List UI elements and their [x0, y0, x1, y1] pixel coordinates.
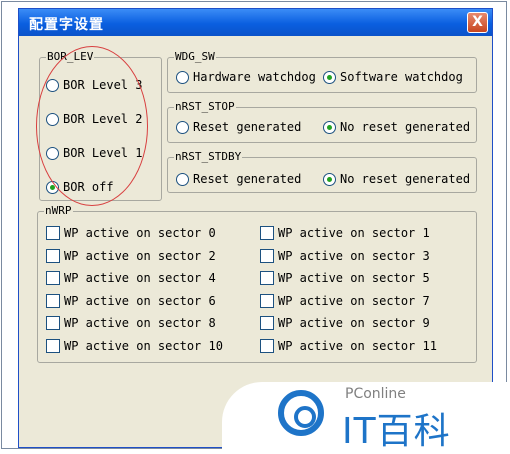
nrst-stop-legend: nRST_STOP: [174, 100, 236, 113]
nrst-stdby-group: nRST_STDBY Reset generated No reset gene…: [167, 150, 477, 193]
radio-label: Software watchdog: [340, 70, 463, 84]
radio-label: BOR Level 3: [63, 78, 143, 92]
checkbox-indicator: [46, 294, 60, 308]
window-title: 配置字设置: [29, 17, 104, 33]
radio-label: No reset generated: [340, 172, 471, 186]
checkbox-indicator: [46, 249, 60, 263]
checkbox-indicator: [260, 294, 274, 308]
checkbox-sector-9[interactable]: WP active on sector 9: [260, 316, 430, 330]
nrst-stop-group: nRST_STOP Reset generated No reset gener…: [167, 100, 477, 143]
checkbox-indicator: [46, 271, 60, 285]
checkbox-sector-8[interactable]: WP active on sector 8: [46, 316, 216, 330]
checkbox-label: WP active on sector 8: [64, 316, 216, 330]
radio-indicator: [176, 120, 189, 134]
radio-indicator: [176, 172, 189, 186]
wdg-sw-legend: WDG_SW: [174, 50, 216, 63]
checkbox-label: WP active on sector 5: [278, 271, 430, 285]
checkbox-label: WP active on sector 10: [64, 339, 223, 353]
radio-bor-off[interactable]: BOR off: [46, 180, 114, 194]
nwrp-group: nWRP WP active on sector 0 WP active on …: [37, 204, 477, 363]
radio-indicator: [176, 70, 189, 84]
checkbox-indicator: [260, 339, 274, 353]
radio-hardware-watchdog[interactable]: Hardware watchdog: [176, 70, 316, 84]
magnifier-logo-icon: [278, 390, 324, 436]
checkbox-label: WP active on sector 6: [64, 294, 216, 308]
radio-software-watchdog[interactable]: Software watchdog: [323, 70, 463, 84]
checkbox-indicator: [260, 226, 274, 240]
radio-bor-level-1[interactable]: BOR Level 1: [46, 146, 142, 160]
watermark-brand-big: IT百科: [342, 411, 451, 452]
checkbox-label: WP active on sector 9: [278, 316, 430, 330]
checkbox-indicator: [260, 249, 274, 263]
checkbox-sector-10[interactable]: WP active on sector 10: [46, 339, 223, 353]
radio-label: Reset generated: [193, 172, 302, 186]
wdg-sw-group: WDG_SW Hardware watchdog Software watchd…: [167, 50, 477, 93]
radio-indicator: [46, 180, 59, 194]
checkbox-sector-11[interactable]: WP active on sector 11: [260, 339, 437, 353]
watermark-brand-small: PConline: [345, 386, 406, 402]
radio-label: BOR Level 2: [63, 112, 143, 126]
checkbox-label: WP active on sector 1: [278, 226, 430, 240]
checkbox-indicator: [46, 339, 60, 353]
radio-bor-level-2[interactable]: BOR Level 2: [46, 112, 142, 126]
checkbox-label: WP active on sector 3: [278, 249, 430, 263]
nrst-stdby-legend: nRST_STDBY: [174, 150, 243, 163]
radio-indicator: [323, 172, 336, 186]
radio-stdby-no-reset-generated[interactable]: No reset generated: [323, 172, 470, 186]
checkbox-indicator: [46, 316, 60, 330]
checkbox-sector-0[interactable]: WP active on sector 0: [46, 226, 216, 240]
checkbox-indicator: [46, 226, 60, 240]
checkbox-indicator: [260, 316, 274, 330]
checkbox-sector-7[interactable]: WP active on sector 7: [260, 294, 430, 308]
radio-indicator: [323, 70, 336, 84]
radio-indicator: [46, 146, 59, 160]
radio-bor-level-3[interactable]: BOR Level 3: [46, 78, 142, 92]
checkbox-sector-4[interactable]: WP active on sector 4: [46, 271, 216, 285]
title-bar[interactable]: 配置字设置 X: [19, 9, 492, 36]
checkbox-label: WP active on sector 0: [64, 226, 216, 240]
radio-stop-no-reset-generated[interactable]: No reset generated: [323, 120, 470, 134]
radio-label: Reset generated: [193, 120, 302, 134]
radio-indicator: [323, 120, 336, 134]
radio-label: Hardware watchdog: [193, 70, 316, 84]
checkbox-label: WP active on sector 2: [64, 249, 216, 263]
radio-label: BOR Level 1: [63, 146, 143, 160]
radio-stop-reset-generated[interactable]: Reset generated: [176, 120, 301, 134]
checkbox-label: WP active on sector 7: [278, 294, 430, 308]
radio-indicator: [46, 78, 59, 92]
radio-label: BOR off: [63, 180, 114, 194]
checkbox-label: WP active on sector 11: [278, 339, 437, 353]
bor-lev-group: BOR_LEV BOR Level 3 BOR Level 2 BOR Leve…: [39, 50, 162, 201]
checkbox-sector-6[interactable]: WP active on sector 6: [46, 294, 216, 308]
checkbox-sector-1[interactable]: WP active on sector 1: [260, 226, 430, 240]
checkbox-sector-3[interactable]: WP active on sector 3: [260, 249, 430, 263]
checkbox-indicator: [260, 271, 274, 285]
nwrp-legend: nWRP: [44, 204, 73, 217]
pconline-watermark: PConline IT百科: [222, 382, 510, 452]
radio-indicator: [46, 112, 59, 126]
radio-stdby-reset-generated[interactable]: Reset generated: [176, 172, 301, 186]
radio-label: No reset generated: [340, 120, 471, 134]
checkbox-sector-2[interactable]: WP active on sector 2: [46, 249, 216, 263]
checkbox-sector-5[interactable]: WP active on sector 5: [260, 271, 430, 285]
close-button[interactable]: X: [467, 12, 488, 33]
checkbox-label: WP active on sector 4: [64, 271, 216, 285]
bor-lev-legend: BOR_LEV: [46, 50, 95, 63]
